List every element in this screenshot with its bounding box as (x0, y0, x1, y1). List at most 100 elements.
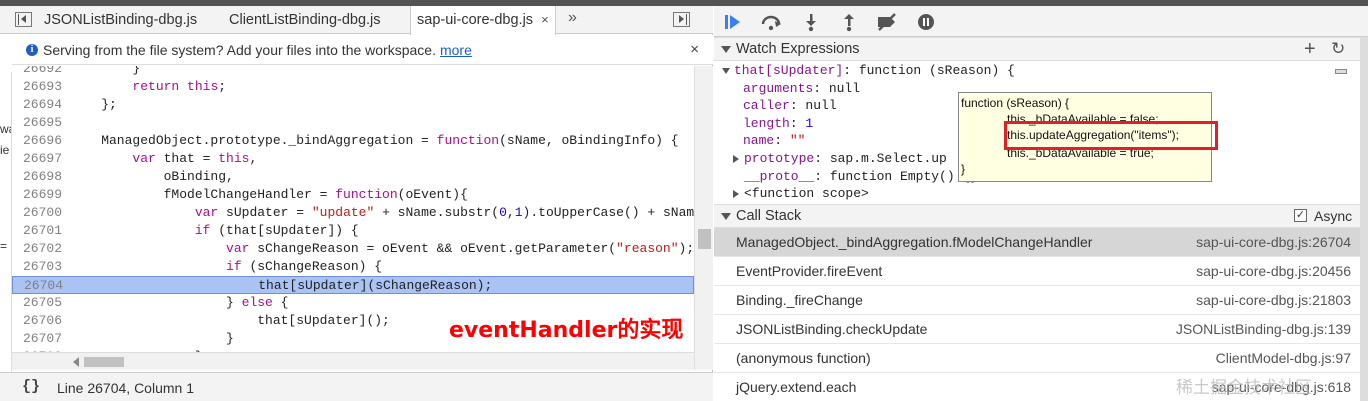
collapse-triangle-icon[interactable] (721, 46, 731, 53)
code-text: oBinding, (70, 169, 234, 184)
step-out-icon[interactable] (839, 12, 859, 32)
tab-sap-ui-core[interactable]: sap-ui-core-dbg.js × (410, 6, 556, 35)
resume-icon[interactable] (722, 12, 742, 32)
step-into-icon[interactable] (801, 12, 821, 32)
workspace-infobar: i Serving from the file system? Add your… (12, 35, 713, 65)
watch-prop-row[interactable]: <function scope> (733, 185, 869, 202)
refresh-icon[interactable]: ↻ (1331, 39, 1345, 59)
code-line[interactable]: 26692 } (12, 66, 694, 78)
line-number[interactable]: 26703 (12, 258, 62, 276)
call-frame[interactable]: (anonymous function) ClientModel-dbg.js:9… (714, 344, 1360, 373)
line-number[interactable]: 26696 (12, 132, 62, 150)
tab-close-icon[interactable]: × (541, 12, 549, 27)
line-number[interactable]: 26693 (12, 78, 62, 96)
frame-function-name: JSONListBinding.checkUpdate (736, 321, 928, 337)
code-line[interactable]: 26705 } else { (12, 294, 694, 312)
watch-prop-row: name: "" (743, 133, 806, 148)
frame-location-link[interactable]: sap-ui-core-dbg.js:21803 (1196, 292, 1351, 308)
code-line[interactable]: 26694 }; (12, 96, 694, 114)
watch-root-row[interactable]: that[sUpdater]: function (sReason) { (722, 62, 1015, 79)
pretty-print-icon[interactable]: {} (22, 378, 40, 395)
code-text: ManagedObject.prototype._bindAggregation… (70, 133, 679, 148)
watch-prop-row[interactable]: prototype: sap.m.Select.up (733, 150, 947, 167)
infobar-close-icon[interactable]: × (690, 41, 699, 58)
watch-prop-row[interactable]: __proto__: function Empty() {} (744, 168, 978, 185)
frame-function-name: (anonymous function) (736, 350, 871, 366)
frame-location-link[interactable]: sap-ui-core-dbg.js:26704 (1196, 234, 1351, 250)
editor-status-bar: {} Line 26704, Column 1 (0, 372, 713, 401)
tab-clientlistbinding[interactable]: ClientListBinding-dbg.js (229, 6, 381, 34)
step-over-icon[interactable] (760, 12, 781, 32)
code-line[interactable]: 26702 var sChangeReason = oEvent && oEve… (12, 240, 694, 258)
editor-horizontal-scrollbar[interactable] (12, 352, 694, 370)
code-text: that[sUpdater](sChangeReason); (71, 278, 493, 293)
infobar-more-link[interactable]: more (440, 42, 472, 58)
code-editor[interactable]: 26692 } 26693 return this; 26694 }; 26695 26… (12, 66, 694, 352)
scroll-left-icon[interactable] (73, 357, 79, 367)
watch-expressions-header[interactable]: Watch Expressions + ↻ (714, 37, 1360, 61)
code-text: if (that[sUpdater]) { (194, 223, 359, 238)
toggle-debugger-icon[interactable] (673, 12, 690, 27)
line-number[interactable]: 26705 (12, 294, 62, 312)
code-line[interactable]: 26703 if (sChangeReason) { (12, 258, 694, 276)
async-checkbox[interactable]: ✓ (1294, 209, 1307, 222)
code-line[interactable]: 26696 ManagedObject.prototype._bindAggre… (12, 132, 694, 150)
code-line[interactable]: 26695 (12, 114, 694, 132)
code-line[interactable]: 26700 var sUpdater = "update" + sName.su… (12, 204, 694, 222)
minimize-icon[interactable] (1335, 69, 1347, 74)
watermark: 稀土掘金技术社区 (1176, 378, 1312, 398)
watch-prop-row: arguments: null (743, 81, 861, 96)
add-watch-icon[interactable]: + (1304, 38, 1316, 61)
highlight-box (1004, 121, 1218, 150)
frame-location-link[interactable]: sap-ui-core-dbg.js:20456 (1196, 263, 1351, 279)
line-number[interactable]: 26698 (12, 168, 62, 186)
pause-on-exceptions-icon[interactable] (916, 12, 936, 32)
scrollbar-thumb[interactable] (84, 357, 124, 367)
expand-triangle-icon[interactable] (733, 154, 739, 163)
code-line[interactable]: 26697 var that = this, (12, 150, 694, 168)
line-number[interactable]: 26695 (12, 114, 62, 132)
line-number[interactable]: 26702 (12, 240, 62, 258)
editor-tab-bar: JSONListBinding-dbg.js ClientListBinding… (0, 6, 713, 35)
frame-function-name: ManagedObject._bindAggregation.fModelCha… (736, 234, 1093, 250)
line-number[interactable]: 26697 (12, 150, 62, 168)
call-frame[interactable]: ManagedObject._bindAggregation.fModelCha… (714, 228, 1360, 257)
line-number[interactable]: 26701 (12, 222, 62, 240)
code-text: } (70, 331, 234, 346)
line-number[interactable]: 26699 (12, 186, 62, 204)
deactivate-breakpoints-icon[interactable] (875, 12, 896, 32)
line-number[interactable]: 26706 (12, 312, 62, 330)
call-frame[interactable]: JSONListBinding.checkUpdate JSONListBindi… (714, 315, 1360, 344)
code-line[interactable]: 26693 return this; (12, 78, 694, 96)
line-number[interactable]: 26707 (12, 330, 62, 348)
line-number[interactable]: 26700 (12, 204, 62, 222)
code-text: var sUpdater = "update" + sName.substr(0… (194, 205, 694, 220)
frame-location-link[interactable]: JSONListBinding-dbg.js:139 (1176, 321, 1351, 337)
annotation-label: eventHandler的实现 (449, 318, 684, 343)
collapse-triangle-icon[interactable] (721, 213, 731, 220)
frame-function-name: jQuery.extend.each (736, 379, 857, 395)
more-tabs-icon[interactable]: » (568, 9, 577, 27)
scrollbar-thumb[interactable] (698, 229, 711, 249)
watch-prop-row: length: 1 (743, 116, 814, 131)
tab-jsonlistbinding[interactable]: JSONListBinding-dbg.js (44, 6, 197, 34)
code-line-highlighted[interactable]: 26704 that[sUpdater](sChangeReason); (12, 276, 694, 294)
line-number[interactable]: 26694 (12, 96, 62, 114)
code-line[interactable]: 26699 fModelChangeHandler = function(oEv… (12, 186, 694, 204)
debugger-sidebar: Watch Expressions + ↻ that[sUpdater]: fu… (714, 6, 1368, 401)
sidebar-scrollbar[interactable] (1360, 37, 1368, 401)
call-frame[interactable]: EventProvider.fireEvent sap-ui-core-dbg.j… (714, 257, 1360, 286)
call-stack-header[interactable]: Call Stack ✓ Async (714, 204, 1360, 228)
editor-vertical-scrollbar[interactable] (694, 66, 713, 370)
expand-triangle-icon[interactable] (733, 189, 739, 198)
line-number[interactable]: 26692 (12, 66, 62, 78)
code-text: if (sChangeReason) { (226, 259, 383, 274)
expand-triangle-icon[interactable] (722, 67, 730, 74)
code-line[interactable]: 26698 oBinding, (12, 168, 694, 186)
frame-location-link[interactable]: ClientModel-dbg.js:97 (1216, 350, 1351, 366)
code-line[interactable]: 26701 if (that[sUpdater]) { (12, 222, 694, 240)
cut-off-navigator-pane: wa ie = (0, 72, 12, 378)
call-frame[interactable]: Binding._fireChange sap-ui-core-dbg.js:21… (714, 286, 1360, 315)
toggle-navigator-icon[interactable] (15, 12, 32, 27)
line-number[interactable]: 26704 (13, 277, 63, 295)
